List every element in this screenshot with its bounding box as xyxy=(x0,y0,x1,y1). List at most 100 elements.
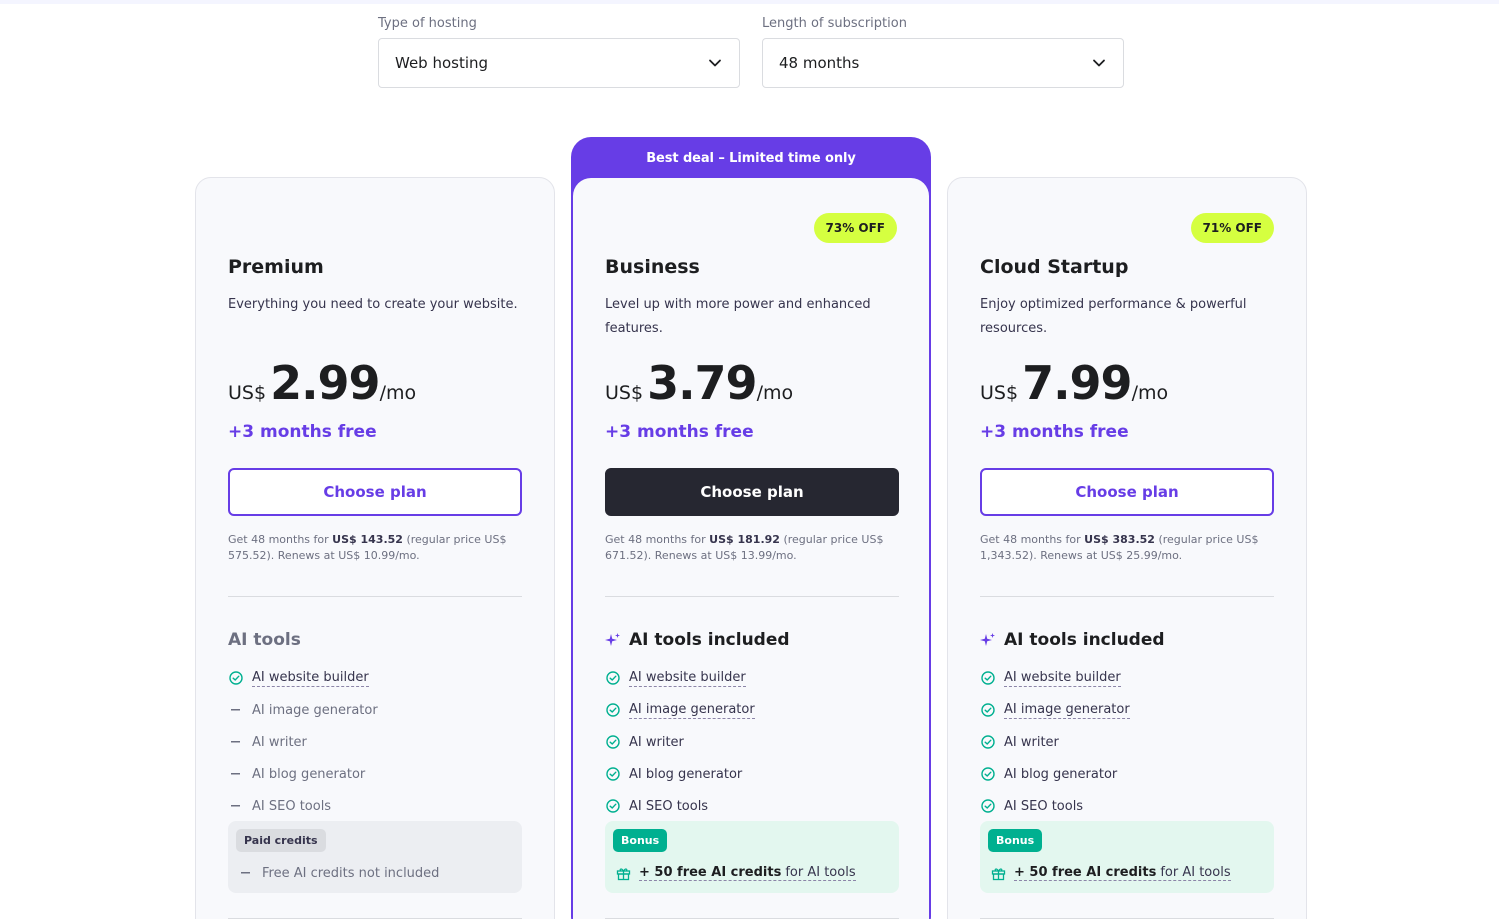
feature-list: AI website builder AI image generator AI… xyxy=(605,662,755,822)
best-deal-banner: Best deal – Limited time only xyxy=(646,150,856,166)
price: US$ 3.79 /mo xyxy=(605,356,793,410)
dash-icon xyxy=(228,702,244,718)
renewal-prefix: Get 48 months for xyxy=(605,533,710,546)
feature-item: AI writer xyxy=(605,726,755,758)
feature-item: AI blog generator xyxy=(228,758,378,790)
feature-item: AI image generator xyxy=(980,694,1130,726)
feature-item: AI website builder xyxy=(605,662,755,694)
price-period: /mo xyxy=(379,382,417,404)
feature-item: AI SEO tools xyxy=(228,790,378,822)
bonus-box: Bonus + 50 free AI credits for AI tools xyxy=(980,821,1274,893)
feature-list: AI website builder AI image generator AI… xyxy=(980,662,1130,822)
check-circle-icon xyxy=(980,734,996,750)
choose-plan-button[interactable]: Choose plan xyxy=(980,468,1274,516)
renewal-prefix: Get 48 months for xyxy=(980,533,1085,546)
feature-list: AI website builder AI image generator AI… xyxy=(228,662,378,822)
check-circle-icon xyxy=(980,766,996,782)
check-circle-icon xyxy=(980,702,996,718)
feature-item: AI blog generator xyxy=(605,758,755,790)
feature-item: AI image generator xyxy=(605,694,755,726)
renewal-info: Get 48 months for US$ 143.52 (regular pr… xyxy=(228,532,522,564)
choose-plan-button[interactable]: Choose plan xyxy=(605,468,899,516)
check-circle-icon xyxy=(228,670,244,686)
feature-item: AI blog generator xyxy=(980,758,1130,790)
check-circle-icon xyxy=(980,798,996,814)
bonus-tag: Bonus xyxy=(613,829,668,852)
top-strip xyxy=(0,0,1499,4)
feature-label: AI blog generator xyxy=(252,766,366,782)
renewal-total: US$ 143.52 xyxy=(332,533,403,546)
plan-card-business: Best deal – Limited time only 73% OFF Bu… xyxy=(571,137,931,919)
dash-icon xyxy=(238,865,254,881)
bonus-line: + 50 free AI credits for AI tools xyxy=(615,865,856,881)
hosting-type-value: Web hosting xyxy=(395,54,489,72)
plan-name: Cloud Startup xyxy=(980,256,1129,278)
price-currency: US$ xyxy=(980,382,1019,404)
plan-description: Everything you need to create your websi… xyxy=(228,297,518,312)
feature-label: AI writer xyxy=(629,734,684,750)
feature-label: AI image generator xyxy=(252,702,378,718)
plan-description: Enjoy optimized performance & powerful r… xyxy=(980,297,1247,336)
subscription-length-dropdown[interactable]: 48 months xyxy=(762,38,1124,88)
price-period: /mo xyxy=(756,382,794,404)
plan-name: Premium xyxy=(228,256,324,278)
credits-line: Free AI credits not included xyxy=(238,865,439,881)
feature-item: AI SEO tools xyxy=(980,790,1130,822)
subscription-length-value: 48 months xyxy=(779,54,860,72)
feature-item: AI writer xyxy=(980,726,1130,758)
renewal-prefix: Get 48 months for xyxy=(228,533,333,546)
check-circle-icon xyxy=(980,670,996,686)
feature-label[interactable]: AI image generator xyxy=(1004,702,1130,719)
divider xyxy=(980,596,1274,597)
credits-box: Paid credits Free AI credits not include… xyxy=(228,821,522,893)
choose-plan-button[interactable]: Choose plan xyxy=(228,468,522,516)
check-circle-icon xyxy=(605,702,621,718)
dash-icon xyxy=(228,734,244,750)
dash-icon xyxy=(228,798,244,814)
features-title-text: AI tools included xyxy=(629,630,790,650)
renewal-info: Get 48 months for US$ 383.52 (regular pr… xyxy=(980,532,1274,564)
gift-icon xyxy=(615,865,631,881)
hosting-type-dropdown[interactable]: Web hosting xyxy=(378,38,740,88)
price: US$ 7.99 /mo xyxy=(980,356,1168,410)
feature-label[interactable]: AI website builder xyxy=(629,670,746,687)
features-title-text: AI tools included xyxy=(1004,630,1165,650)
renewal-total: US$ 181.92 xyxy=(709,533,780,546)
feature-item: AI website builder xyxy=(228,662,378,694)
plan-card-premium: Premium Everything you need to create yo… xyxy=(195,177,555,919)
feature-label[interactable]: AI website builder xyxy=(1004,670,1121,687)
free-months: +3 months free xyxy=(605,422,754,442)
feature-item: AI SEO tools xyxy=(605,790,755,822)
paid-credits-tag: Paid credits xyxy=(236,829,326,852)
dash-icon xyxy=(228,766,244,782)
chevron-down-icon xyxy=(707,55,723,71)
sparkle-icon xyxy=(980,632,996,648)
bonus-line: + 50 free AI credits for AI tools xyxy=(990,865,1231,881)
price-currency: US$ xyxy=(605,382,644,404)
price-amount: 2.99 xyxy=(270,356,380,410)
subscription-length-selector: Length of subscription 48 months xyxy=(762,16,1124,88)
features-title: AI tools included xyxy=(980,630,1165,650)
feature-label: AI writer xyxy=(252,734,307,750)
feature-label: AI SEO tools xyxy=(629,798,709,814)
free-months: +3 months free xyxy=(980,422,1129,442)
features-title: AI tools xyxy=(228,630,301,650)
bonus-credits-amount: + 50 free AI credits xyxy=(1014,865,1157,880)
feature-item: AI website builder xyxy=(980,662,1130,694)
bonus-credits-rest: for AI tools xyxy=(1160,865,1231,880)
check-circle-icon xyxy=(605,670,621,686)
feature-item: AI writer xyxy=(228,726,378,758)
hosting-type-label: Type of hosting xyxy=(378,16,477,31)
feature-label[interactable]: AI website builder xyxy=(252,670,369,687)
bonus-credits-link[interactable]: + 50 free AI credits for AI tools xyxy=(639,865,856,881)
feature-label[interactable]: AI image generator xyxy=(629,702,755,719)
price-amount: 3.79 xyxy=(647,356,757,410)
plan-description: Level up with more power and enhanced fe… xyxy=(605,297,871,336)
plan-name: Business xyxy=(605,256,700,278)
discount-badge: 71% OFF xyxy=(1190,213,1274,243)
price-period: /mo xyxy=(1131,382,1169,404)
sparkle-icon xyxy=(605,632,621,648)
bonus-credits-link[interactable]: + 50 free AI credits for AI tools xyxy=(1014,865,1231,881)
renewal-info: Get 48 months for US$ 181.92 (regular pr… xyxy=(605,532,899,564)
feature-label: AI SEO tools xyxy=(1004,798,1084,814)
